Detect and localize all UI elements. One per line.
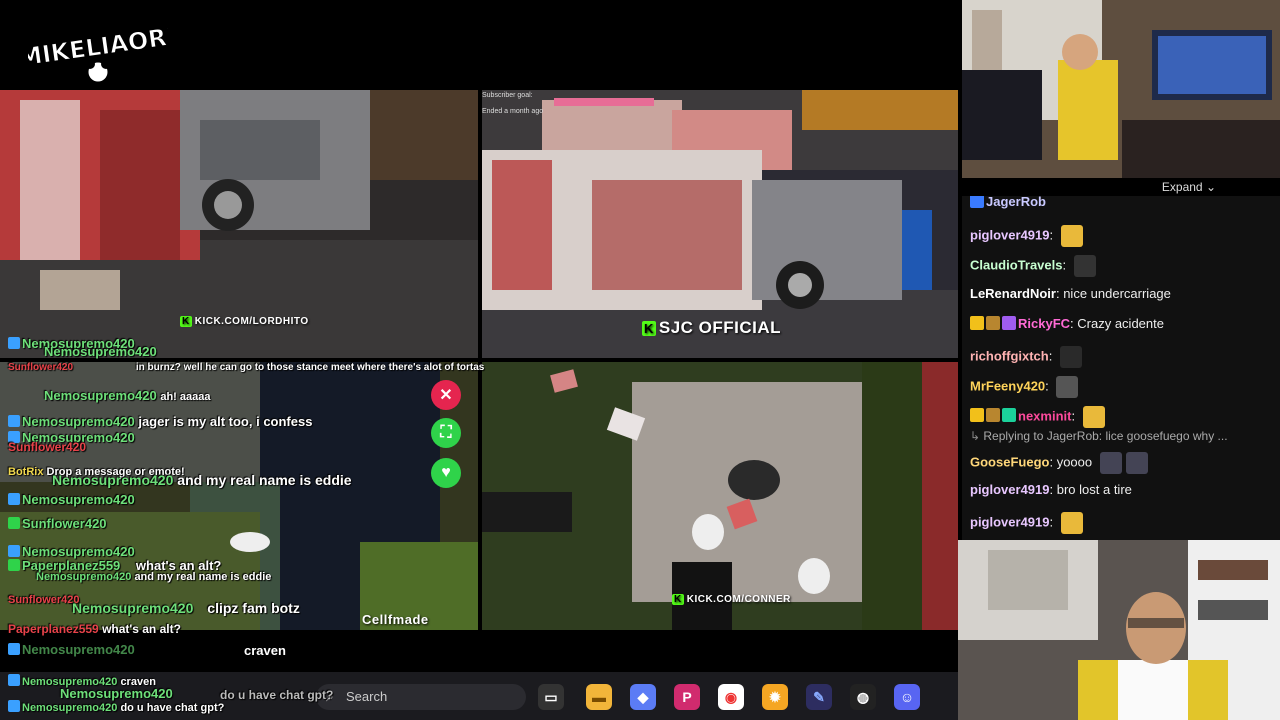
overlay-chat-line: Nemosupremo420 clipz fam botz	[72, 600, 300, 616]
overlay-chat-line: Nemosupremo420	[44, 344, 157, 359]
chat-message: piglover4919:	[970, 225, 1083, 247]
discord-icon[interactable]: ☺	[894, 684, 920, 710]
facecam	[958, 540, 1280, 720]
channel-logo: MIKELIAORI	[16, 10, 178, 90]
chevron-down-icon: ⌄	[1205, 180, 1216, 194]
video-tile-top-right: Subscriber goal: Ended a month ago K SJC …	[482, 90, 958, 358]
reply-indicator: ↳ Replying to JagerRob: lice goosefuego …	[970, 429, 1228, 443]
chat-panel: JagerRob piglover4919: ClaudioTravels: L…	[962, 196, 1280, 540]
subscriber-goal-label: Subscriber goal:	[482, 92, 533, 99]
pen-app-icon[interactable]: ✎	[806, 684, 832, 710]
chat-message: richoffgixtch:	[970, 346, 1082, 368]
sun-app-icon[interactable]: ✹	[762, 684, 788, 710]
streamer-webcam	[962, 0, 1280, 178]
chat-message: JagerRob	[970, 196, 1046, 209]
overlay-chat-line: Sunflower420	[8, 516, 107, 531]
overlay-chat-line: Nemosupremo420 and my real name is eddie	[52, 472, 352, 488]
heart-button[interactable]: ♥	[431, 458, 461, 488]
chat-message: ClaudioTravels:	[970, 255, 1096, 277]
overlay-chat-line: craven	[244, 643, 286, 658]
overlay-chat-line: Nemosupremo420	[8, 492, 135, 507]
overlay-chat-line: Nemosupremo420 and my real name is eddie	[36, 571, 272, 583]
file-explorer-icon[interactable]: ▬	[586, 684, 612, 710]
chat-message: RickyFC: Crazy acidente	[970, 316, 1164, 331]
cellfmade-watermark: Cellfmade	[362, 612, 429, 627]
kick-watermark-conner: K KICK.COM/CONNER	[672, 594, 791, 605]
chat-message: MrFeeny420:	[970, 376, 1079, 398]
obs-icon[interactable]: ◍	[850, 684, 876, 710]
chat-message: piglover4919:	[970, 512, 1083, 534]
overlay-chat-line: Nemosupremo420	[60, 686, 173, 701]
goal-ended-label: Ended a month ago	[482, 108, 544, 115]
taskbar-search[interactable]: ⌕ Search	[316, 684, 526, 710]
overlay-chat-line: Nemosupremo420	[8, 642, 135, 657]
chat-message: nexminit:	[970, 406, 1105, 428]
overlay-chat-line: Sunflower420 in burnz? well he can go to…	[8, 362, 485, 373]
chrome-icon[interactable]: ◉	[718, 684, 744, 710]
expand-button[interactable]: Expand ⌄	[1162, 180, 1216, 194]
overlay-chat-line: Nemosupremo420	[8, 544, 135, 559]
task-view-icon[interactable]: ▭	[538, 684, 564, 710]
copilot-icon[interactable]: ◆	[630, 684, 656, 710]
chat-message: GooseFuego: yoooo	[970, 452, 1148, 474]
sjc-watermark: K SJC OFFICIAL	[642, 318, 782, 337]
overlay-chat-line: Paperplanez559 what's an alt?	[8, 622, 181, 636]
chat-message: LeRenardNoir: nice undercarriage	[970, 286, 1171, 301]
video-tile-top-left: K KICK.COM/LORDHITO	[0, 90, 478, 358]
paint-icon[interactable]: P	[674, 684, 700, 710]
close-button[interactable]: ✕	[431, 380, 461, 410]
chat-message: piglover4919: bro lost a tire	[970, 482, 1132, 497]
overlay-chat-line: Sunflower420	[8, 440, 87, 454]
overlay-chat-line: Sunflower420	[8, 594, 80, 606]
fullscreen-button[interactable]: ⛶	[431, 418, 461, 448]
overlay-chat-line: do u have chat gpt?	[220, 688, 334, 702]
video-tile-bottom-right: K KICK.COM/CONNER	[482, 362, 958, 630]
overlay-chat-line: Nemosupremo420 ah! aaaaa	[44, 388, 211, 403]
subscriber-goal-bar	[554, 98, 654, 106]
overlay-chat-line: Nemosupremo420 do u have chat gpt?	[8, 700, 224, 714]
overlay-chat-line: Nemosupremo420 jager is my alt too, i co…	[8, 414, 312, 429]
kick-watermark: K KICK.COM/LORDHITO	[180, 316, 309, 327]
